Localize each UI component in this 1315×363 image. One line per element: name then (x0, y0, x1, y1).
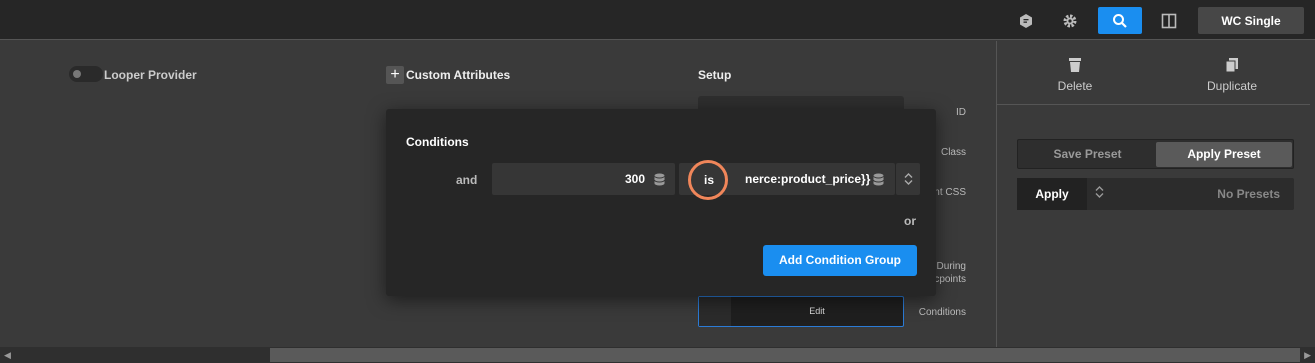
conditions-edit-swatch (699, 297, 731, 326)
or-label[interactable]: or (904, 214, 916, 228)
trash-icon (1069, 58, 1081, 72)
operator-select[interactable]: is (704, 173, 714, 187)
conditions-title: Conditions (406, 135, 469, 149)
action-row: Delete Duplicate (997, 41, 1310, 105)
database-icon[interactable] (873, 173, 884, 186)
custom-attributes-label: Custom Attributes (406, 68, 511, 82)
shield-icon[interactable] (1011, 7, 1041, 34)
looper-provider-label: Looper Provider (104, 68, 197, 82)
add-condition-group-button[interactable]: Add Condition Group (763, 245, 917, 276)
conditions-popup: Conditions and 300 nerce:product_price}}… (386, 109, 936, 296)
delete-button[interactable]: Delete (997, 57, 1153, 93)
breakpoints-label: cpoints (934, 274, 966, 285)
preset-tabs: Save Preset Apply Preset (1017, 139, 1294, 169)
right-panel: Delete Duplicate Save Preset Apply Prese… (996, 41, 1310, 347)
horizontal-scrollbar[interactable]: ◀ ▶ (0, 347, 1315, 363)
edit-label: Edit (809, 306, 825, 316)
duplicate-button[interactable]: Duplicate (1154, 57, 1310, 93)
apply-preset-row: Apply No Presets (1017, 178, 1294, 210)
class-label: Class (940, 147, 966, 158)
top-bar: WC Single (0, 0, 1315, 40)
looper-provider-toggle[interactable] (69, 66, 103, 82)
apply-preset-tab[interactable]: Apply Preset (1156, 142, 1292, 167)
scroll-left-icon[interactable]: ◀ (4, 350, 11, 361)
add-attribute-icon[interactable]: + (386, 66, 404, 84)
preset-select[interactable]: No Presets (1217, 187, 1280, 201)
scroll-right-icon[interactable]: ▶ (1304, 350, 1311, 361)
toggle-knob (73, 70, 81, 78)
save-preset-tab[interactable]: Save Preset (1020, 142, 1155, 167)
condition-value-field[interactable]: 300 (492, 163, 675, 195)
copy-icon (1225, 58, 1238, 73)
database-icon[interactable] (654, 173, 665, 186)
conditions-edit-button[interactable]: Edit (698, 296, 904, 327)
scrollbar-thumb[interactable] (270, 348, 1300, 362)
search-icon[interactable] (1098, 7, 1142, 34)
setup-heading: Setup (698, 68, 732, 82)
conditions-label: Conditions (918, 307, 966, 318)
chevron-updown-icon[interactable] (896, 163, 920, 195)
during-label: During (936, 261, 966, 272)
and-label: and (456, 173, 478, 187)
duplicate-label: Duplicate (1206, 79, 1258, 93)
id-label: ID (956, 107, 966, 118)
dynamic-field-text: nerce:product_price}} (745, 172, 871, 186)
template-select-button[interactable]: WC Single (1198, 7, 1304, 34)
layout-icon[interactable] (1154, 7, 1184, 34)
condition-value-text: 300 (624, 172, 645, 186)
apply-button[interactable]: Apply (1017, 178, 1087, 210)
delete-label: Delete (1057, 79, 1093, 93)
chevron-updown-icon[interactable] (1095, 186, 1104, 201)
gear-icon[interactable] (1055, 7, 1085, 34)
